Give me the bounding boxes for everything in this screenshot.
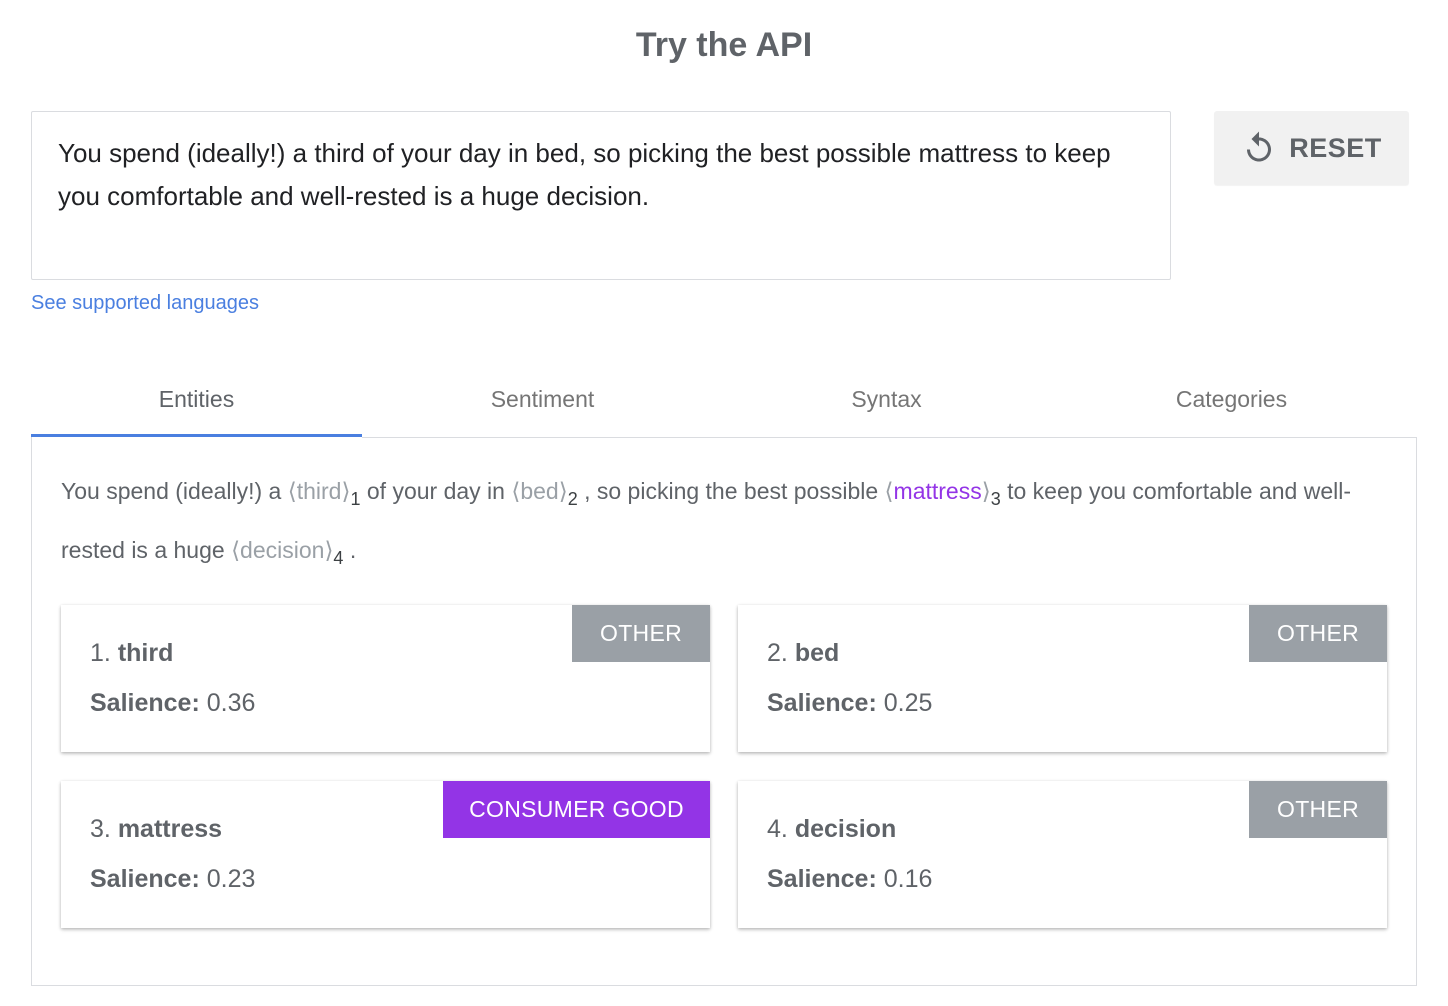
entity-salience: Salience: 0.25 bbox=[767, 689, 933, 717]
entity-name: 2. bed bbox=[767, 639, 840, 667]
text-input[interactable]: You spend (ideally!) a third of your day… bbox=[31, 111, 1171, 280]
reset-label: RESET bbox=[1289, 132, 1382, 163]
panel-divider bbox=[362, 437, 1417, 438]
entity-card: 1. third Salience: 0.36 OTHER bbox=[61, 605, 710, 752]
entity-name: 1. third bbox=[90, 639, 174, 667]
entity-type-badge: OTHER bbox=[1249, 605, 1387, 662]
entity-mention-third[interactable]: ⟨third⟩1 bbox=[288, 478, 361, 509]
entity-mention-bed[interactable]: ⟨bed⟩2 bbox=[511, 478, 577, 509]
entity-name: 3. mattress bbox=[90, 815, 223, 843]
entity-salience: Salience: 0.16 bbox=[767, 865, 933, 893]
entity-type-badge: OTHER bbox=[1249, 781, 1387, 838]
reset-icon bbox=[1247, 131, 1272, 162]
tab-categories[interactable]: Categories bbox=[1066, 360, 1397, 438]
tab-entities[interactable]: Entities bbox=[31, 360, 362, 438]
entity-card: 4. decision Salience: 0.16 OTHER bbox=[738, 781, 1387, 928]
entity-card: 2. bed Salience: 0.25 OTHER bbox=[738, 605, 1387, 752]
entity-name: 4. decision bbox=[767, 815, 897, 843]
entity-type-badge: OTHER bbox=[572, 605, 710, 662]
annotated-text: You spend (ideally!) a ⟨third⟩1 of your … bbox=[61, 478, 1352, 568]
tab-syntax[interactable]: Syntax bbox=[721, 360, 1052, 438]
reset-button[interactable]: RESET bbox=[1214, 111, 1409, 185]
entity-salience: Salience: 0.23 bbox=[90, 865, 256, 893]
entity-card: 3. mattress Salience: 0.23 CONSUMER GOOD bbox=[61, 781, 710, 928]
entity-type-badge: CONSUMER GOOD bbox=[443, 781, 710, 838]
supported-languages-link[interactable]: See supported languages bbox=[31, 292, 259, 315]
tab-sentiment[interactable]: Sentiment bbox=[377, 360, 708, 438]
page-title: Try the API bbox=[635, 26, 813, 64]
tab-bar: Entities Sentiment Syntax Categories bbox=[31, 360, 1417, 438]
entity-salience: Salience: 0.36 bbox=[90, 689, 256, 717]
entity-mention-mattress[interactable]: ⟨mattress⟩3 bbox=[885, 478, 1001, 509]
entity-mention-decision[interactable]: ⟨decision⟩4 bbox=[231, 537, 343, 568]
